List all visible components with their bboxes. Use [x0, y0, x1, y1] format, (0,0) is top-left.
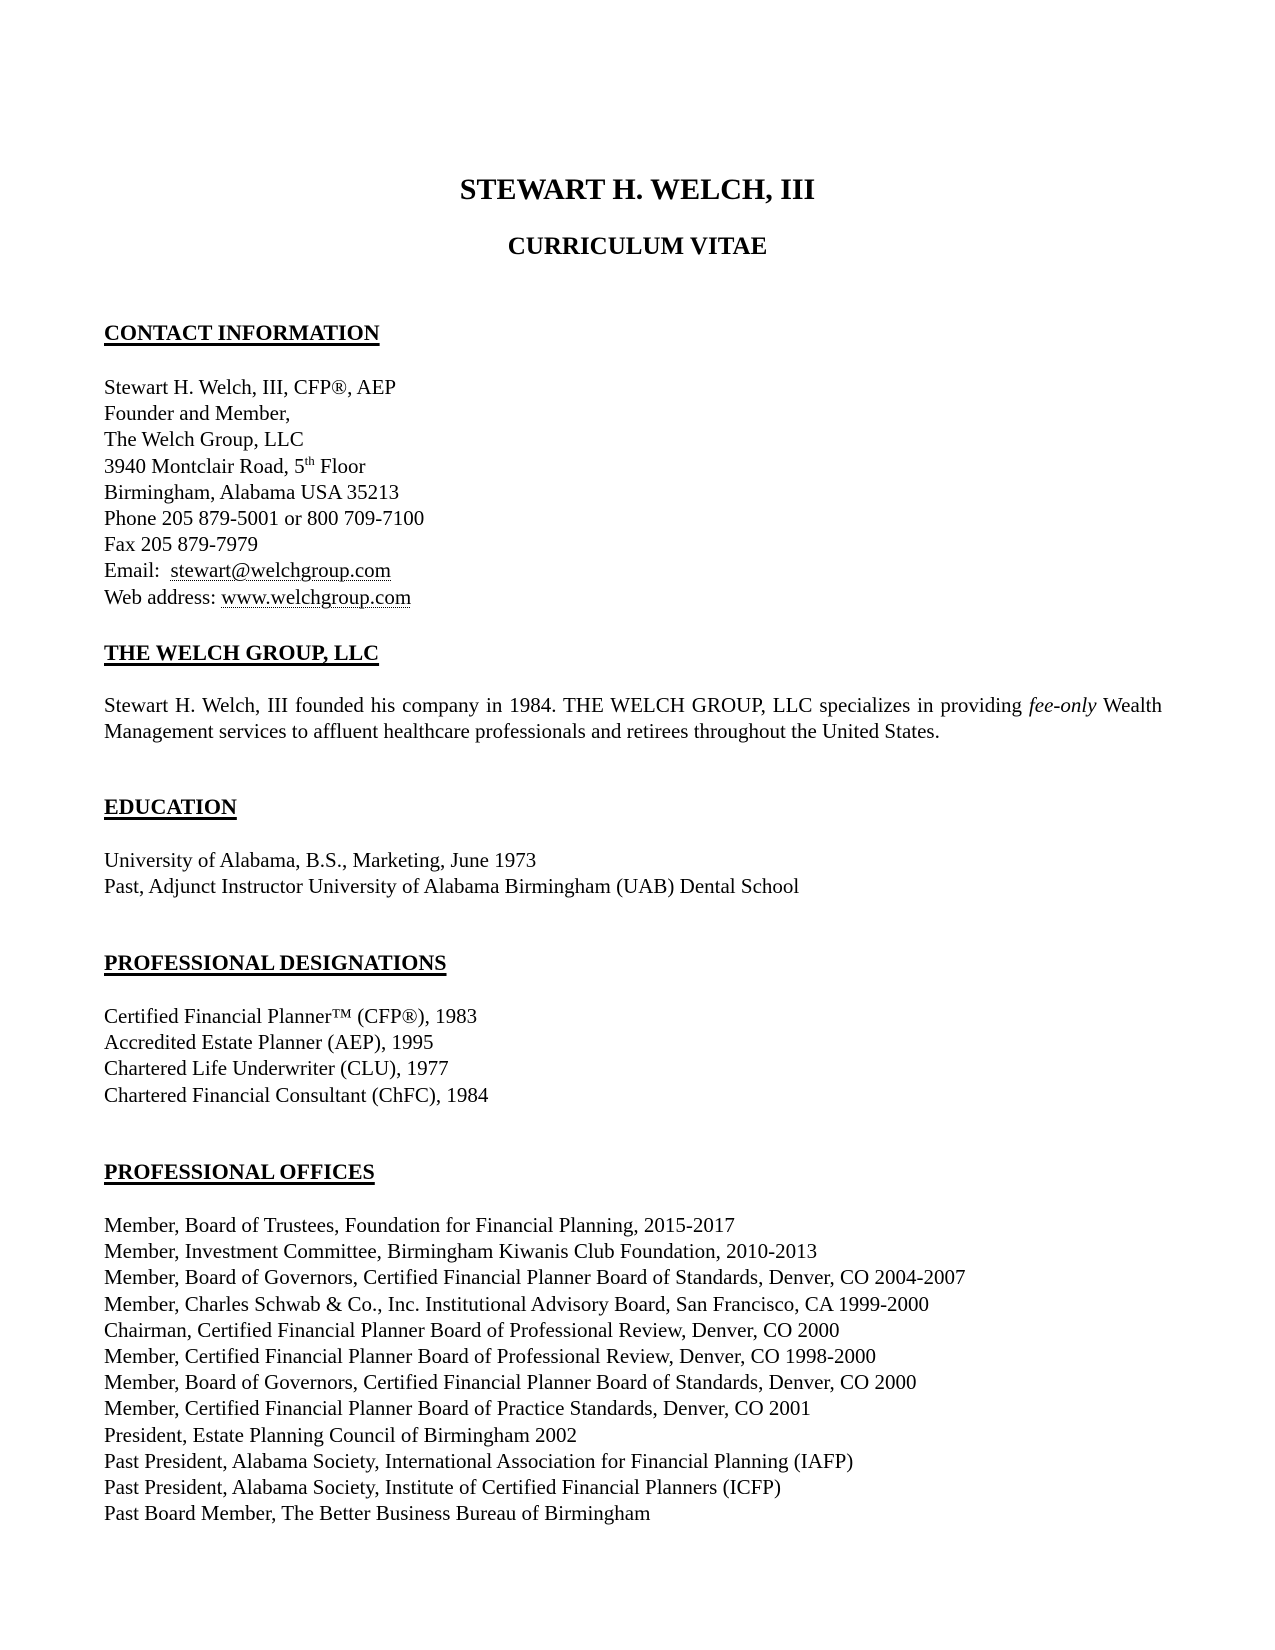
- education-item: University of Alabama, B.S., Marketing, …: [104, 848, 537, 872]
- designation-item: Certified Financial Planner™ (CFP®), 198…: [104, 1004, 478, 1028]
- contact-fax-line: Fax 205 879-7979: [104, 532, 258, 557]
- email-link[interactable]: stewart@welchgroup.com: [171, 558, 392, 582]
- office-item: Member, Investment Committee, Birmingham…: [104, 1239, 818, 1264]
- contact-role-line: Founder and Member,: [104, 401, 291, 426]
- contact-address-line: 3940 Montclair Road, 5th Floor: [104, 453, 1162, 479]
- office-item: Past President, Alabama Society, Interna…: [104, 1448, 854, 1473]
- contact-phone-line: Phone 205 879-5001 or 800 709-7100: [104, 506, 425, 531]
- office-item: Chairman, Certified Financial Planner Bo…: [104, 1317, 840, 1342]
- office-item: Member, Board of Governors, Certified Fi…: [104, 1370, 917, 1395]
- offices-section: PROFESSIONAL OFFICES Member, Board of Tr…: [104, 1159, 1162, 1526]
- designations-list: Certified Financial Planner™ (CFP®), 198…: [104, 1003, 1162, 1108]
- cv-name-title: STEWART H. WELCH, III: [459, 173, 816, 206]
- designation-item: Accredited Estate Planner (AEP), 1995: [104, 1030, 434, 1055]
- office-item: Member, Charles Schwab & Co., Inc. Insti…: [104, 1291, 930, 1316]
- education-heading: EDUCATION: [104, 794, 237, 819]
- web-label: Web address:: [104, 584, 222, 609]
- contact-name-line: Stewart H. Welch, III, CFP®, AEP: [104, 375, 397, 399]
- company-heading: THE WELCH GROUP, LLC: [104, 640, 380, 665]
- contact-list: Stewart H. Welch, III, CFP®, AEP Founder…: [104, 374, 1162, 610]
- designation-item: Chartered Financial Consultant (ChFC), 1…: [104, 1082, 489, 1107]
- cv-subtitle: CURRICULUM VITAE: [507, 233, 768, 260]
- office-item: Member, Certified Financial Planner Boar…: [104, 1344, 877, 1369]
- office-item: President, Estate Planning Council of Bi…: [104, 1422, 578, 1447]
- address-prefix: 3940 Montclair Road, 5: [104, 453, 305, 478]
- offices-list: Member, Board of Trustees, Foundation fo…: [104, 1212, 1162, 1526]
- company-section: THE WELCH GROUP, LLC Stewart H. Welch, I…: [104, 640, 1162, 744]
- email-label: Email:: [104, 558, 171, 583]
- office-item: Member, Board of Trustees, Foundation fo…: [104, 1213, 735, 1237]
- designations-heading: PROFESSIONAL DESIGNATIONS: [104, 950, 447, 975]
- fee-only-emphasis: fee-only: [1028, 693, 1097, 717]
- designations-section: PROFESSIONAL DESIGNATIONS Certified Fina…: [104, 950, 1162, 1108]
- office-item: Member, Board of Governors, Certified Fi…: [104, 1265, 966, 1290]
- contact-email-line: Email: stewart@welchgroup.com: [104, 557, 1162, 583]
- company-description: Stewart H. Welch, III founded his compan…: [104, 692, 1162, 744]
- designation-item: Chartered Life Underwriter (CLU), 1977: [104, 1056, 449, 1081]
- contact-section: CONTACT INFORMATION Stewart H. Welch, II…: [104, 320, 1162, 610]
- office-item: Member, Certified Financial Planner Boar…: [104, 1396, 811, 1421]
- offices-heading: PROFESSIONAL OFFICES: [104, 1159, 375, 1184]
- address-ordinal: th: [304, 452, 315, 468]
- education-item: Past, Adjunct Instructor University of A…: [104, 874, 800, 899]
- address-suffix: Floor: [314, 453, 366, 478]
- contact-heading: CONTACT INFORMATION: [104, 320, 380, 345]
- contact-web-line: Web address: www.welchgroup.com: [104, 584, 1162, 610]
- office-item: Past Board Member, The Better Business B…: [104, 1501, 651, 1526]
- office-item: Past President, Alabama Society, Institu…: [104, 1475, 781, 1500]
- company-text-before: Stewart H. Welch, III founded his compan…: [104, 693, 1029, 717]
- website-link[interactable]: www.welchgroup.com: [221, 585, 411, 609]
- education-list: University of Alabama, B.S., Marketing, …: [104, 847, 1162, 899]
- education-section: EDUCATION University of Alabama, B.S., M…: [104, 794, 1162, 899]
- contact-city-line: Birmingham, Alabama USA 35213: [104, 479, 400, 504]
- contact-company-line: The Welch Group, LLC: [104, 427, 304, 452]
